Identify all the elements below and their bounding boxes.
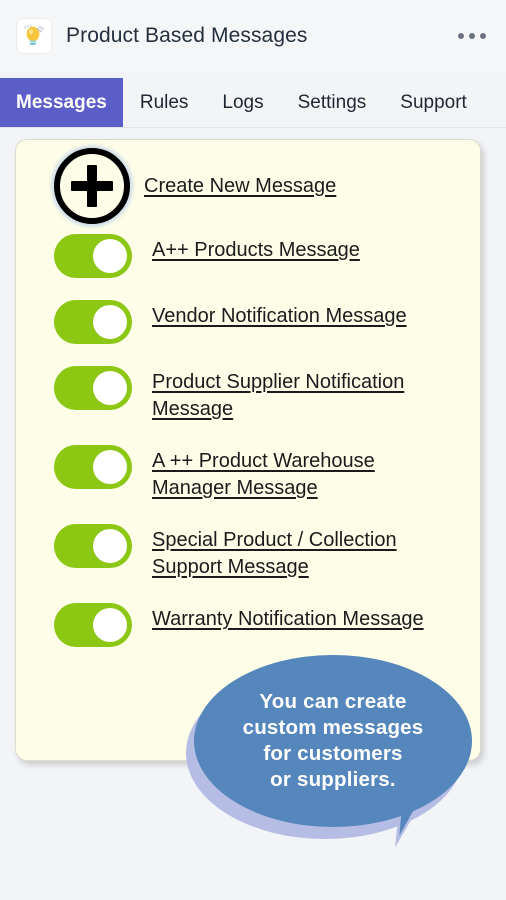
message-toggle[interactable] <box>54 524 132 568</box>
app-header: Product Based Messages <box>0 0 506 72</box>
list-item[interactable]: Special Product / Collection Support Mes… <box>54 522 462 581</box>
toggle-knob <box>93 529 127 563</box>
toggle-knob <box>93 371 127 405</box>
create-new-message-row[interactable]: Create New Message <box>34 140 462 232</box>
tab-bar: Messages Rules Logs Settings Support <box>0 78 506 128</box>
message-toggle[interactable] <box>54 366 132 410</box>
toggle-knob <box>93 305 127 339</box>
toggle-knob <box>93 239 127 273</box>
message-toggle[interactable] <box>54 445 132 489</box>
message-label[interactable]: A ++ Product Warehouse Manager Message <box>152 443 452 502</box>
tab-rules[interactable]: Rules <box>123 78 206 127</box>
list-item[interactable]: A++ Products Message <box>54 232 462 278</box>
callout-tail <box>399 773 433 839</box>
tab-settings[interactable]: Settings <box>281 78 384 127</box>
message-label[interactable]: Product Supplier Notification Message <box>152 364 452 423</box>
callout-shadow-tail <box>395 789 427 851</box>
tab-logs[interactable]: Logs <box>205 78 280 127</box>
list-item[interactable]: Warranty Notification Message <box>54 601 462 647</box>
list-item[interactable]: Vendor Notification Message <box>54 298 462 344</box>
list-item[interactable]: A ++ Product Warehouse Manager Message <box>54 443 462 502</box>
message-label[interactable]: Vendor Notification Message <box>152 298 407 330</box>
list-item[interactable]: Product Supplier Notification Message <box>54 364 462 423</box>
message-list-card: Create New Message A++ Products Message … <box>15 139 481 761</box>
message-toggle[interactable] <box>54 300 132 344</box>
message-toggle[interactable] <box>54 603 132 647</box>
plus-circle-icon[interactable] <box>54 148 130 224</box>
message-toggle[interactable] <box>54 234 132 278</box>
create-new-message-label[interactable]: Create New Message <box>144 175 336 198</box>
more-options-icon[interactable] <box>452 25 492 47</box>
toggle-knob <box>93 608 127 642</box>
message-label[interactable]: A++ Products Message <box>152 232 360 264</box>
page-title: Product Based Messages <box>66 24 308 47</box>
message-label[interactable]: Special Product / Collection Support Mes… <box>152 522 452 581</box>
toggle-knob <box>93 450 127 484</box>
message-label[interactable]: Warranty Notification Message <box>152 601 424 633</box>
tab-messages[interactable]: Messages <box>0 78 123 127</box>
message-list: A++ Products Message Vendor Notification… <box>34 232 462 647</box>
tab-support[interactable]: Support <box>383 78 484 127</box>
lightbulb-pencil-icon <box>16 18 52 54</box>
